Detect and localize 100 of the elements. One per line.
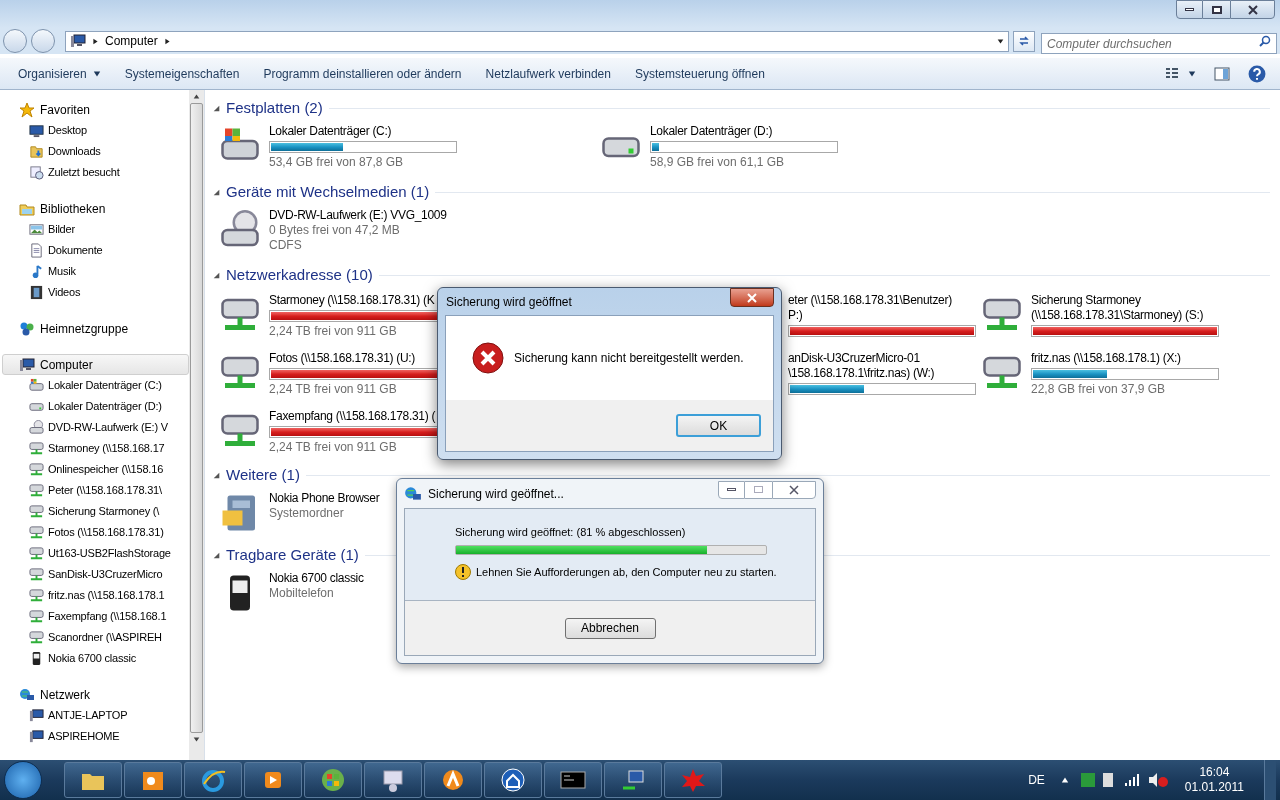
sidebar-item[interactable]: SanDisk-U3CruzerMicro — [0, 564, 189, 585]
sidebar-item[interactable]: Sicherung Starmoney (\ — [0, 501, 189, 522]
tray-icons-drawing[interactable] — [1080, 772, 1171, 788]
taskbar-button[interactable] — [64, 762, 122, 798]
sidebar-item[interactable]: fritz.nas (\\158.168.178.1 — [0, 585, 189, 606]
sidebar-item[interactable]: Videos — [0, 282, 189, 303]
drive-name[interactable]: \158.168.178.1\fritz.nas) (W:) — [788, 366, 976, 381]
close-icon — [1247, 4, 1258, 15]
cancel-button[interactable]: Abbrechen — [564, 617, 656, 639]
drive-details: Mobiltelefon — [269, 586, 335, 601]
drive-name[interactable]: DVD-RW-Laufwerk (E:) VVG_1009 — [269, 208, 447, 223]
group-heading[interactable]: Geräte mit Wechselmedien (1) — [226, 180, 430, 204]
sidebar-item[interactable]: Nokia 6700 classic — [0, 648, 189, 669]
toolbar-button[interactable]: Netzlaufwerk verbinden — [473, 64, 623, 83]
search-field[interactable]: Computer durchsuchen — [1041, 33, 1277, 54]
sidebar-group[interactable]: Favoriten — [2, 99, 189, 120]
back-button[interactable] — [3, 29, 27, 53]
toolbar-button[interactable]: Programm deinstallieren oder ändern — [251, 64, 474, 83]
sidebar-item[interactable]: Peter (\\158.168.178.31\ — [0, 480, 189, 501]
scrollbar-thumb[interactable] — [190, 103, 203, 733]
clock-date[interactable]: 01.01.2011 — [1184, 780, 1244, 795]
collapse-arrow-icon — [213, 471, 220, 479]
film-icon — [29, 285, 44, 300]
drive-name[interactable]: fritz.nas (\\158.168.178.1) (X:) — [1031, 351, 1219, 366]
sidebar-item[interactable]: DVD-RW-Laufwerk (E:) V — [0, 417, 189, 438]
sidebar-group[interactable]: Computer — [2, 354, 189, 375]
toolbar-button[interactable]: Systemsteuerung öffnen — [622, 64, 777, 83]
clock-time[interactable]: 16:04 — [1199, 765, 1230, 780]
maximize-button[interactable] — [1203, 0, 1230, 19]
sidebar-item[interactable]: Downloads — [0, 141, 189, 162]
download-folder-icon — [29, 144, 44, 159]
drive-name[interactable]: Sicherung Starmoney — [1031, 293, 1219, 308]
scrollbar[interactable] — [189, 90, 204, 760]
drive-name[interactable]: Lokaler Datenträger (D:) — [650, 124, 838, 139]
sidebar-item[interactable]: Onlinespeicher (\\158.16 — [0, 459, 189, 480]
taskbar-button[interactable] — [484, 762, 542, 798]
sidebar-item[interactable]: Fotos (\\158.168.178.31) — [0, 522, 189, 543]
group-heading[interactable]: Weitere (1) — [226, 463, 300, 487]
forward-button[interactable] — [31, 29, 55, 53]
taskbar-button[interactable] — [184, 762, 242, 798]
sidebar-item[interactable]: Lokaler Datenträger (D:) — [0, 396, 189, 417]
sidebar-item[interactable]: Bilder — [0, 219, 189, 240]
language-indicator[interactable]: DE — [1028, 771, 1045, 789]
minimize-button[interactable] — [718, 480, 745, 499]
sidebar-item[interactable]: Starmoney (\\158.168.17 — [0, 438, 189, 459]
show-hidden-icons-arrow-icon — [1060, 776, 1069, 784]
group-heading[interactable]: Festplatten (2) — [226, 96, 323, 120]
network-computer-icon — [404, 484, 422, 503]
close-icon — [747, 292, 757, 303]
sidebar-item[interactable]: ANTJE-LAPTOP — [0, 705, 189, 726]
close-button[interactable] — [730, 288, 774, 307]
sidebar-item[interactable]: Desktop — [0, 120, 189, 141]
drive-details: Systemordner — [269, 506, 345, 521]
preview-pane-icon[interactable] — [1214, 65, 1230, 82]
ok-button[interactable]: OK — [676, 414, 761, 437]
taskbar-button[interactable] — [244, 762, 302, 798]
drive-name[interactable]: Nokia 6700 classic — [269, 571, 364, 586]
help-icon[interactable] — [1248, 64, 1266, 83]
drive-details: 58,9 GB frei von 61,1 GB — [650, 155, 786, 170]
sidebar-item[interactable]: Lokaler Datenträger (C:) — [0, 375, 189, 396]
sidebar-item[interactable]: Musik — [0, 261, 189, 282]
drive-name[interactable]: Nokia Phone Browser — [269, 491, 380, 506]
taskbar-button[interactable] — [424, 762, 482, 798]
minimize-button[interactable] — [1176, 0, 1203, 19]
sidebar-item[interactable]: Faxempfang (\\158.168.1 — [0, 606, 189, 627]
group-heading[interactable]: Tragbare Geräte (1) — [226, 543, 359, 567]
group-heading[interactable]: Netzwerkadresse (10) — [226, 263, 373, 287]
caret-icon — [92, 69, 101, 78]
drive-name[interactable]: Lokaler Datenträger (C:) — [269, 124, 457, 139]
sidebar-item[interactable]: Dokumente — [0, 240, 189, 261]
sidebar-group[interactable]: Netzwerk — [2, 684, 189, 705]
address-field[interactable]: Computer — [65, 30, 1009, 52]
system-drive-icon — [29, 378, 44, 393]
sidebar-item[interactable]: Ut163-USB2FlashStorage — [0, 543, 189, 564]
chevron-icon — [92, 37, 99, 45]
network-drive-icon — [29, 462, 44, 477]
taskbar-button[interactable] — [124, 762, 182, 798]
drive-name[interactable]: eter (\\158.168.178.31\Benutzer) — [788, 293, 976, 308]
computer-icon — [29, 708, 44, 723]
drive-details: 2,24 TB frei von 911 GB — [269, 382, 398, 397]
collapse-arrow-icon — [213, 188, 220, 196]
toolbar-button[interactable]: Systemeigenschaften — [112, 64, 252, 83]
start-button[interactable] — [4, 761, 42, 799]
sidebar-item[interactable]: Zuletzt besucht — [0, 162, 189, 183]
close-button[interactable] — [1230, 0, 1275, 19]
drive-details: 2,24 TB frei von 911 GB — [269, 440, 398, 455]
sidebar-group[interactable]: Heimnetzgruppe — [2, 318, 189, 339]
sidebar-item[interactable]: ASPIREHOME — [0, 726, 189, 747]
drive-name[interactable]: anDisk-U3CruzerMicro-01 — [788, 351, 976, 366]
close-icon — [789, 484, 799, 495]
computer-icon — [19, 356, 35, 373]
drive-name[interactable]: (\\158.168.178.31\Starmoney) (S:) — [1031, 308, 1219, 323]
breadcrumb[interactable]: Computer — [105, 32, 158, 50]
taskbar-button[interactable] — [364, 762, 422, 798]
sidebar-group[interactable]: Bibliotheken — [2, 198, 189, 219]
toolbar-button[interactable]: Organisieren — [6, 64, 113, 83]
refresh-button[interactable] — [1013, 30, 1035, 52]
drive-name[interactable]: P:) — [788, 308, 976, 323]
scroll-up-arrow-icon — [193, 93, 200, 100]
sidebar-item[interactable]: Scanordner (\\ASPIREH — [0, 627, 189, 648]
